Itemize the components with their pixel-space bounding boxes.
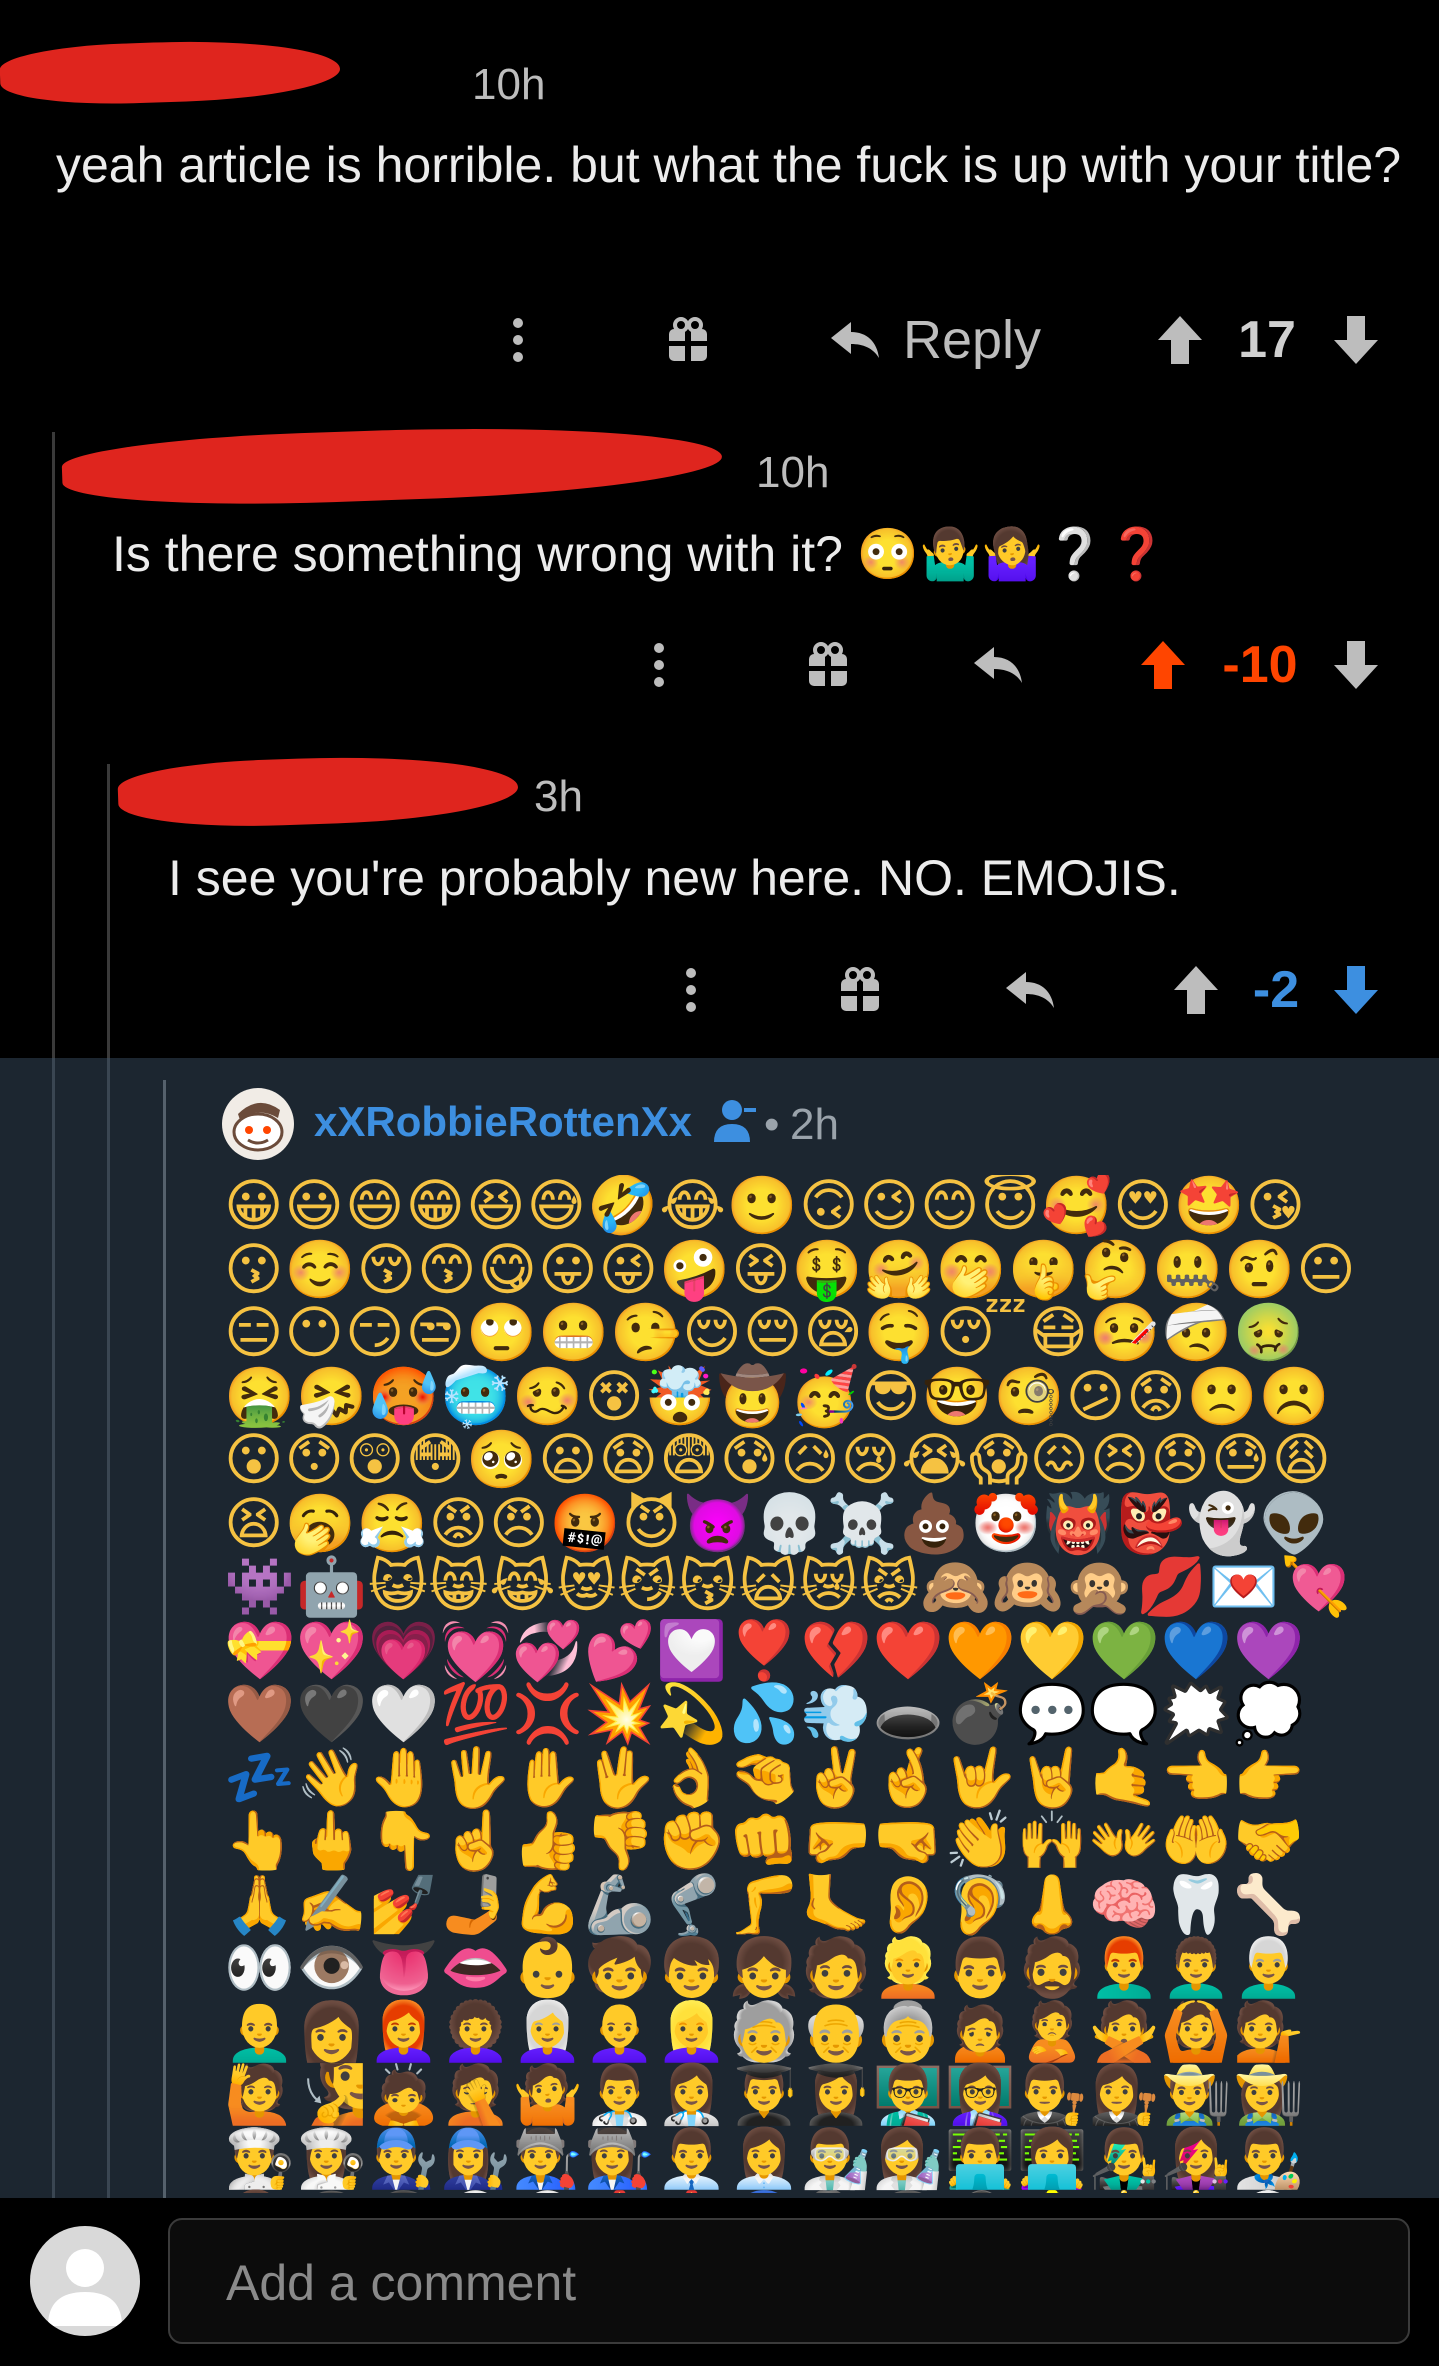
comment-username[interactable]: xXRobbieRottenXx — [314, 1098, 692, 1146]
redacted-username — [116, 751, 520, 831]
comment-actions: Reply 17 — [0, 300, 1439, 380]
redacted-username — [0, 36, 341, 108]
avatar[interactable] — [30, 2226, 140, 2336]
comment-body: Is there something wrong with it? 😳🤷‍♂️🤷… — [112, 526, 1169, 582]
reply-button[interactable]: Reply — [825, 300, 1045, 380]
gift-icon[interactable] — [800, 625, 856, 705]
profile-icon — [712, 1098, 758, 1144]
thread-line — [107, 1058, 110, 2198]
gift-icon[interactable] — [660, 300, 716, 380]
comment-time: 3h — [534, 772, 583, 821]
comment-actions: -10 — [0, 625, 1439, 705]
thread-line — [163, 1080, 166, 2198]
vote-score: 17 — [1238, 311, 1296, 369]
vote-score: -10 — [1222, 636, 1298, 694]
emoji-comment-body: 😀😃😄😁😆😅🤣😂🙂🙃😉😊😇🥰😍🤩😘😗☺️😚😙😋😛😜🤪😝🤑🤗🤭🤫🤔🤐🤨😐😑😶😏😒🙄… — [224, 1175, 1357, 2193]
more-icon[interactable] — [661, 950, 721, 1030]
comment-time: 10h — [472, 60, 546, 109]
user-avatar-icon[interactable] — [222, 1088, 294, 1160]
comment-time: 10h — [756, 448, 830, 497]
downvote-icon[interactable] — [1328, 300, 1384, 380]
comment-time: 2h — [790, 1100, 839, 1149]
gift-icon[interactable] — [832, 950, 888, 1030]
reply-label: Reply — [902, 310, 1042, 370]
upvote-icon[interactable] — [1152, 300, 1208, 380]
comment-body: yeah article is horrible. but what the f… — [56, 137, 1402, 193]
upvote-icon[interactable] — [1135, 625, 1191, 705]
add-comment-input[interactable]: Add a comment — [168, 2218, 1410, 2344]
comment-separator: • — [764, 1100, 780, 1149]
more-icon[interactable] — [629, 625, 689, 705]
reply-icon[interactable] — [968, 625, 1028, 705]
downvote-icon[interactable] — [1328, 625, 1384, 705]
comment-actions: -2 — [0, 950, 1439, 1030]
downvote-icon[interactable] — [1328, 950, 1384, 1030]
redacted-username — [60, 418, 724, 512]
vote-score: -2 — [1252, 961, 1300, 1019]
comment-body: I see you're probably new here. NO. EMOJ… — [168, 850, 1181, 906]
more-icon[interactable] — [488, 300, 548, 380]
reply-icon — [829, 320, 881, 360]
reply-icon[interactable] — [1000, 950, 1060, 1030]
thread-line — [52, 1058, 55, 2198]
upvote-icon[interactable] — [1168, 950, 1224, 1030]
